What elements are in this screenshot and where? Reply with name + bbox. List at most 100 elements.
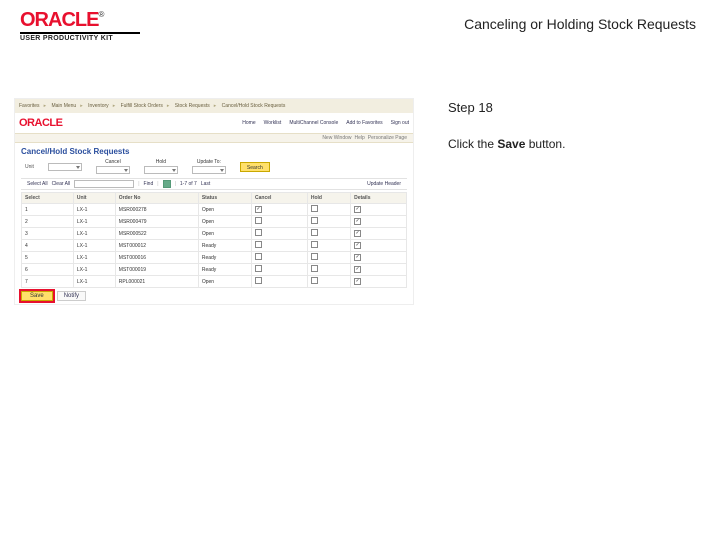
clear-all-link[interactable]: Clear All	[52, 181, 71, 187]
row-status: Open	[198, 216, 251, 228]
search-button[interactable]: Search	[240, 162, 270, 172]
row-index: 1	[22, 204, 74, 216]
help-link[interactable]: Help	[355, 135, 365, 141]
select-all-link[interactable]: Select All	[27, 181, 48, 187]
row-unit: LX-1	[73, 264, 115, 276]
hold-checkbox[interactable]	[311, 265, 318, 272]
app-screenshot: Favorites▸ Main Menu▸ Inventory▸ Fulfill…	[14, 98, 414, 305]
unit-label: Unit	[25, 164, 34, 170]
table-row: 6LX-1MST000019Ready	[22, 264, 407, 276]
oracle-logo: ORACLE®	[20, 10, 104, 30]
row-index: 4	[22, 240, 74, 252]
update-select[interactable]	[192, 166, 226, 174]
cancel-checkbox[interactable]	[255, 241, 262, 248]
hold-select[interactable]	[144, 166, 178, 174]
top-links: Home Worklist MultiChannel Console Add t…	[242, 120, 409, 126]
hold-label: Hold	[156, 159, 166, 165]
cancel-checkbox[interactable]	[255, 206, 262, 213]
personalize-page-link[interactable]: Personalize Page	[368, 135, 407, 141]
hold-checkbox[interactable]	[311, 217, 318, 224]
personalize-select[interactable]	[74, 180, 134, 188]
breadcrumb: Favorites▸ Main Menu▸ Inventory▸ Fulfill…	[15, 99, 413, 113]
hold-checkbox[interactable]	[311, 277, 318, 284]
cancel-checkbox[interactable]	[255, 277, 262, 284]
row-order: MSR000522	[115, 228, 198, 240]
breadcrumb-item[interactable]: Cancel/Hold Stock Requests	[222, 103, 286, 109]
instruction-panel: Step 18 Click the Save button.	[448, 98, 565, 305]
details-checkbox[interactable]	[354, 242, 361, 249]
last-link[interactable]: Last	[201, 181, 210, 187]
action-row: Unit Cancel Hold Update To: Search	[25, 159, 407, 174]
details-checkbox[interactable]	[354, 254, 361, 261]
hold-checkbox[interactable]	[311, 253, 318, 260]
logo-divider	[20, 32, 140, 34]
update-header-link[interactable]: Update Header	[367, 181, 401, 187]
save-button-label: Save	[30, 293, 44, 299]
col-hold: Hold	[307, 193, 350, 204]
breadcrumb-path: Favorites▸ Main Menu▸ Inventory▸ Fulfill…	[19, 103, 289, 109]
update-label: Update To:	[197, 159, 221, 165]
col-status: Status	[198, 193, 251, 204]
row-status: Ready	[198, 240, 251, 252]
row-status: Ready	[198, 252, 251, 264]
row-index: 6	[22, 264, 74, 276]
zoom-icon[interactable]	[163, 180, 171, 188]
breadcrumb-item[interactable]: Main Menu	[51, 103, 76, 109]
table-row: 5LX-1MST000016Ready	[22, 252, 407, 264]
row-status: Open	[198, 228, 251, 240]
page-info: 1-7 of 7	[180, 181, 197, 187]
col-select: Select	[22, 193, 74, 204]
details-checkbox[interactable]	[354, 218, 361, 225]
table-row: 2LX-1MSR000479Open	[22, 216, 407, 228]
cancel-checkbox[interactable]	[255, 265, 262, 272]
details-checkbox[interactable]	[354, 230, 361, 237]
hold-checkbox[interactable]	[311, 229, 318, 236]
new-window-link[interactable]: New Window	[322, 135, 351, 141]
details-checkbox[interactable]	[354, 206, 361, 213]
row-unit: LX-1	[73, 240, 115, 252]
instruction-prefix: Click the	[448, 137, 497, 151]
find-link[interactable]: Find	[144, 181, 154, 187]
row-unit: LX-1	[73, 204, 115, 216]
registered-mark: ®	[98, 10, 104, 19]
favorites-link[interactable]: Add to Favorites	[346, 120, 382, 126]
row-order: MST000016	[115, 252, 198, 264]
worklist-link[interactable]: Worklist	[264, 120, 282, 126]
grid-header: Select Unit Order No Status Cancel Hold …	[22, 193, 407, 204]
cancel-checkbox[interactable]	[255, 229, 262, 236]
unit-select[interactable]	[48, 163, 82, 171]
breadcrumb-item[interactable]: Fulfill Stock Orders	[121, 103, 163, 109]
content-section: Cancel/Hold Stock Requests Unit Cancel H…	[15, 143, 413, 288]
hold-checkbox[interactable]	[311, 205, 318, 212]
details-checkbox[interactable]	[354, 278, 361, 285]
row-unit: LX-1	[73, 228, 115, 240]
breadcrumb-item[interactable]: Stock Requests	[175, 103, 210, 109]
row-index: 5	[22, 252, 74, 264]
breadcrumb-item[interactable]: Favorites	[19, 103, 40, 109]
row-status: Open	[198, 204, 251, 216]
cancel-select[interactable]	[96, 166, 130, 174]
hold-checkbox[interactable]	[311, 241, 318, 248]
cancel-checkbox[interactable]	[255, 217, 262, 224]
divider: |	[157, 181, 158, 187]
notify-button[interactable]: Notify	[57, 291, 86, 301]
save-button[interactable]: Save	[21, 291, 53, 301]
row-status: Open	[198, 276, 251, 288]
instruction-suffix: button.	[525, 137, 565, 151]
cancel-checkbox[interactable]	[255, 253, 262, 260]
row-unit: LX-1	[73, 252, 115, 264]
oracle-wordmark: ORACLE	[20, 9, 98, 31]
row-order: MST000012	[115, 240, 198, 252]
home-link[interactable]: Home	[242, 120, 255, 126]
breadcrumb-item[interactable]: Inventory	[88, 103, 109, 109]
signout-link[interactable]: Sign out	[391, 120, 409, 126]
row-status: Ready	[198, 264, 251, 276]
mcc-link[interactable]: MultiChannel Console	[289, 120, 338, 126]
row-index: 2	[22, 216, 74, 228]
row-unit: LX-1	[73, 216, 115, 228]
table-row: 1LX-1MSR000278Open	[22, 204, 407, 216]
sub-toolbar: New Window Help Personalize Page	[15, 133, 413, 143]
details-checkbox[interactable]	[354, 266, 361, 273]
table-row: 4LX-1MST000012Ready	[22, 240, 407, 252]
cancel-control: Cancel	[96, 159, 130, 174]
